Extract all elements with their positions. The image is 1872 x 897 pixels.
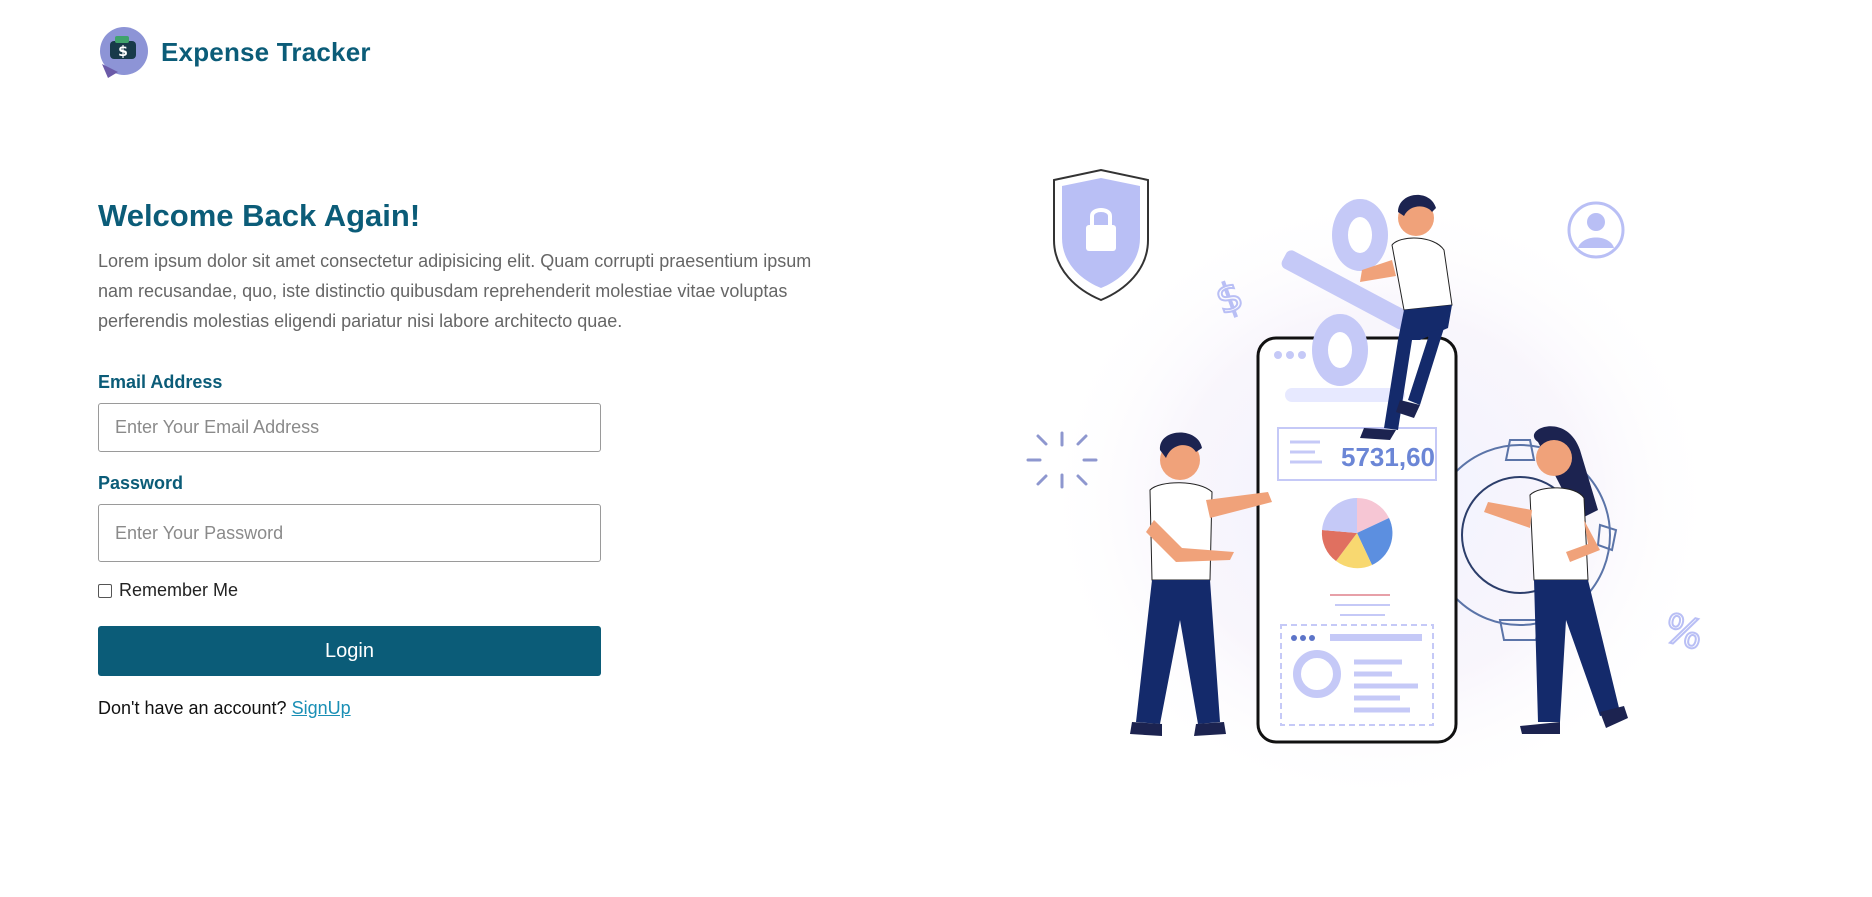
wallet-dollar-icon: $ (98, 26, 150, 78)
phone-device: 5731,60 (1256, 336, 1458, 744)
welcome-description: Lorem ipsum dolor sit amet consectetur a… (98, 251, 812, 331)
pie-chart-icon (1321, 497, 1393, 569)
email-label: Email Address (98, 372, 223, 392)
brand-name: Expense Tracker (161, 36, 371, 67)
user-circle-icon (1567, 201, 1625, 259)
page-title: Welcome Back Again! (98, 198, 421, 233)
login-panel: Welcome Back Again! Lorem ipsum dolor si… (98, 196, 858, 718)
signup-row: Don't have an account? SignUp (98, 698, 351, 719)
login-button[interactable]: Login (98, 626, 601, 676)
password-field[interactable] (98, 504, 601, 562)
password-label: Password (98, 473, 184, 493)
svg-text:$: $ (118, 44, 128, 60)
signup-link[interactable]: SignUp (292, 698, 351, 718)
remember-me-label[interactable]: Remember Me (119, 580, 238, 601)
remember-me-checkbox[interactable] (98, 583, 112, 598)
email-field[interactable] (98, 403, 601, 452)
brand: $ Expense Tracker (98, 26, 371, 78)
amount-display: 5731,60 (1341, 442, 1435, 472)
shield-lock-icon (1053, 168, 1149, 302)
remember-me-row: Remember Me (98, 580, 238, 601)
hero-illustration: $ % 5731,60 (1000, 100, 1760, 820)
signup-prompt: Don't have an account? (98, 698, 287, 718)
